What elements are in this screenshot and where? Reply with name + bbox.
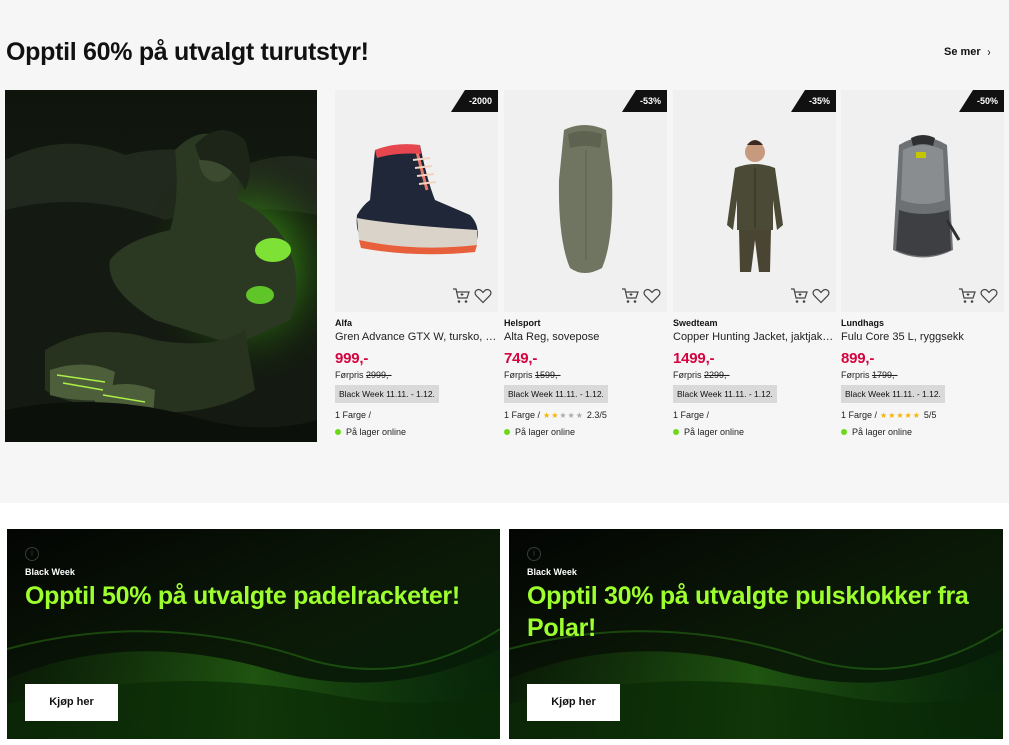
- heart-icon[interactable]: [474, 288, 492, 304]
- hiking-boot-image: [356, 144, 478, 255]
- stock-status: På lager online: [841, 427, 1004, 437]
- rating-stars-icon: ★★★★★: [880, 410, 921, 420]
- product-price: 749,-: [504, 350, 538, 367]
- product-name[interactable]: Alta Reg, sovepose: [504, 331, 667, 343]
- sleeping-bag-image: [558, 125, 613, 273]
- product-card[interactable]: -2000 Alfa Gren Advance GTX W, tursko, d…: [335, 90, 498, 437]
- promo-banner[interactable]: i Black Week Opptil 30% på utvalgte puls…: [509, 529, 1003, 739]
- promo-headline: Opptil 30% på utvalgte pulsklokker fra P…: [527, 582, 969, 642]
- buy-button[interactable]: Kjøp her: [527, 684, 620, 721]
- product-meta: 1 Farge /: [673, 410, 710, 420]
- product-brand: Swedteam: [673, 318, 718, 328]
- in-stock-dot-icon: [335, 429, 341, 435]
- campaign-tag: Black Week 11.11. - 1.12.: [335, 385, 439, 403]
- section-title: Opptil 60% på utvalgt turutstyr!: [6, 38, 369, 66]
- heart-icon[interactable]: [980, 288, 998, 304]
- stock-status: På lager online: [335, 427, 498, 437]
- hero-image[interactable]: [5, 90, 317, 442]
- before-price: Førpris 1599,-: [504, 370, 561, 380]
- buy-button[interactable]: Kjøp her: [25, 684, 118, 721]
- product-meta: 1 Farge /: [335, 410, 372, 420]
- in-stock-dot-icon: [841, 429, 847, 435]
- before-price: Førpris 2999,-: [335, 370, 392, 380]
- product-brand: Helsport: [504, 318, 541, 328]
- cart-icon[interactable]: [452, 288, 470, 304]
- chevron-right-icon: ›: [987, 45, 991, 59]
- product-name[interactable]: Copper Hunting Jacket, jaktjakke, herre: [673, 331, 836, 343]
- campaign-tag: Black Week 11.11. - 1.12.: [673, 385, 777, 403]
- product-brand: Lundhags: [841, 318, 884, 328]
- backpack-image: [893, 135, 961, 258]
- product-meta: 1 Farge / ★★★★★ 5/5: [841, 410, 937, 420]
- in-stock-dot-icon: [504, 429, 510, 435]
- stock-status: På lager online: [504, 427, 667, 437]
- before-price: Førpris 2299,-: [673, 370, 730, 380]
- product-name[interactable]: Fulu Core 35 L, ryggsekk: [841, 331, 1004, 343]
- campaign-tag: Black Week 11.11. - 1.12.: [841, 385, 945, 403]
- product-price: 999,-: [335, 350, 369, 367]
- product-image[interactable]: -2000: [335, 90, 498, 312]
- heart-icon[interactable]: [812, 288, 830, 304]
- rating-text: 5/5: [923, 410, 937, 420]
- campaign-section: Opptil 60% på utvalgt turutstyr! Se mer …: [0, 0, 1009, 503]
- product-image[interactable]: -35%: [673, 90, 836, 312]
- hero-illustration: [5, 90, 317, 442]
- see-more-link[interactable]: Se mer ›: [944, 45, 991, 59]
- product-card[interactable]: -35% Swedteam Copper Hunting Jacket, jak…: [673, 90, 836, 437]
- heart-icon[interactable]: [643, 288, 661, 304]
- cart-icon[interactable]: [958, 288, 976, 304]
- info-icon[interactable]: i: [25, 547, 39, 561]
- before-price: Førpris 1799,-: [841, 370, 898, 380]
- promo-kicker: Black Week: [527, 567, 577, 577]
- campaign-tag: Black Week 11.11. - 1.12.: [504, 385, 608, 403]
- see-more-label: Se mer: [944, 46, 981, 58]
- product-price: 899,-: [841, 350, 875, 367]
- product-image[interactable]: -53%: [504, 90, 667, 312]
- product-card[interactable]: -53% Helsport Alta Reg, sovepose 749,- F…: [504, 90, 667, 437]
- in-stock-dot-icon: [673, 429, 679, 435]
- product-price: 1499,-: [673, 350, 715, 367]
- product-name[interactable]: Gren Advance GTX W, tursko, dame: [335, 331, 498, 343]
- cart-icon[interactable]: [790, 288, 808, 304]
- product-brand: Alfa: [335, 318, 353, 328]
- rating-stars-icon: ★★★★★: [543, 410, 584, 420]
- promo-headline: Opptil 50% på utvalgte padelracketer!: [25, 582, 460, 610]
- product-meta: 1 Farge / ★★★★★ 2.3/5: [504, 410, 607, 420]
- promo-kicker: Black Week: [25, 567, 75, 577]
- info-icon[interactable]: i: [527, 547, 541, 561]
- rating-text: 2.3/5: [586, 410, 607, 420]
- promo-banner[interactable]: i Black Week Opptil 50% på utvalgte pade…: [7, 529, 500, 739]
- product-card[interactable]: -50% Lundhags Fulu Core 35 L, ryggsekk 8…: [841, 90, 1004, 437]
- cart-icon[interactable]: [621, 288, 639, 304]
- product-image[interactable]: -50%: [841, 90, 1004, 312]
- hunting-jacket-image: [727, 140, 783, 272]
- stock-status: På lager online: [673, 427, 836, 437]
